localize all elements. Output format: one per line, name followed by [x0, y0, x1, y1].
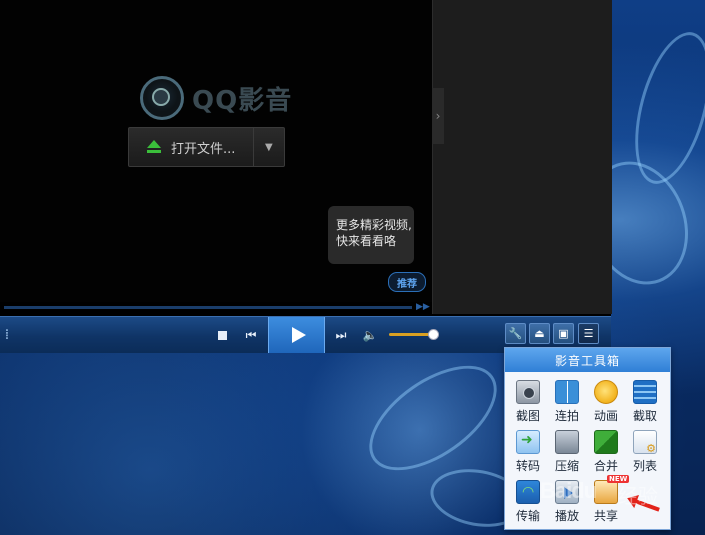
tool-label: 转码 — [515, 459, 540, 473]
play-button[interactable] — [268, 317, 325, 353]
logo-text: QQ影音 — [192, 85, 293, 116]
share-icon: NEW — [594, 475, 630, 504]
tool-compress[interactable]: 压缩 — [548, 430, 586, 480]
bubble-line-2: 快来看看咯 — [336, 234, 397, 248]
tool-label: 动画 — [593, 409, 618, 423]
recommend-bubble[interactable]: 更多精彩视频, 快来看看咯 — [328, 206, 414, 264]
tool-clip[interactable]: 截取 — [626, 380, 664, 430]
volume-slider-handle[interactable] — [428, 329, 439, 340]
playlist-toggle-button[interactable]: ☰ — [578, 323, 599, 344]
tool-label: 合并 — [593, 459, 618, 473]
next-icon: ⏭ — [335, 327, 347, 342]
toolbox-title: 影音工具箱 — [505, 348, 670, 372]
tool-screenshot[interactable]: 截图 — [509, 380, 547, 430]
wrench-icon: 🔧 — [508, 327, 523, 340]
gif-icon — [594, 380, 618, 404]
seek-forward-icon: ▶▶ — [416, 302, 430, 312]
eject-button[interactable]: ⏏ — [529, 323, 550, 344]
compress-icon — [555, 430, 579, 454]
bubble-line-1: 更多精彩视频, — [336, 218, 412, 232]
tool-label: 连拍 — [554, 409, 579, 423]
baidu-watermark-sub: 经验 — [618, 484, 658, 508]
open-file-button[interactable]: 打开文件... — [129, 128, 253, 166]
wifi-transfer-icon — [516, 480, 540, 504]
tool-burst[interactable]: 连拍 — [548, 380, 586, 430]
convert-icon — [516, 430, 540, 454]
tools-button[interactable]: 🔧 — [505, 323, 526, 344]
tool-animation[interactable]: 动画 — [587, 380, 625, 430]
stop-icon — [217, 330, 227, 340]
footprint-icon[interactable]: ⁞ — [0, 325, 14, 345]
film-cut-icon — [633, 380, 657, 404]
chevron-right-icon: › — [435, 109, 441, 123]
previous-button[interactable]: ⏮ — [243, 327, 259, 343]
tool-label: 压缩 — [554, 459, 579, 473]
play-icon — [291, 327, 306, 343]
tool-label: 截图 — [515, 409, 540, 423]
playlist-panel — [432, 0, 612, 314]
list-icon: ☰ — [583, 327, 594, 340]
volume-icon[interactable]: 🔈 — [362, 327, 378, 343]
volume-slider[interactable] — [389, 333, 433, 336]
tool-label: 列表 — [632, 459, 657, 473]
stop-button[interactable] — [214, 327, 230, 343]
tool-convert[interactable]: 转码 — [509, 430, 547, 480]
previous-icon: ⏮ — [245, 327, 257, 342]
tool-list[interactable]: 列表 — [626, 430, 664, 480]
tool-label: 截取 — [632, 409, 657, 423]
skin-button[interactable]: ▣ — [553, 323, 574, 344]
tool-merge[interactable]: 合并 — [587, 430, 625, 480]
burst-grid-icon — [555, 380, 579, 404]
tool-label: 传输 — [515, 509, 540, 523]
recommend-button[interactable]: 推荐 — [388, 272, 426, 292]
eject-icon — [147, 140, 161, 154]
open-file-dropdown-button[interactable]: ▼ — [252, 128, 284, 166]
qq-player-logo: QQ影音 — [140, 76, 292, 120]
open-file-label: 打开文件... — [171, 141, 236, 157]
next-button[interactable]: ⏭ — [333, 327, 349, 343]
merge-icon — [594, 430, 618, 454]
tool-label: 共享 — [593, 509, 618, 523]
collapse-panel-handle[interactable]: › — [432, 88, 444, 144]
video-area[interactable]: QQ影音 打开文件... ▼ 更多精彩视频, 快来看看咯 推荐 — [0, 0, 432, 302]
tool-label: 播放 — [554, 509, 579, 523]
list-settings-icon — [633, 430, 657, 455]
open-file-button-group: 打开文件... ▼ — [128, 127, 285, 167]
eject-small-icon: ⏏ — [534, 327, 545, 340]
baidu-watermark: Baidu — [540, 478, 597, 503]
qq-player-window: QQ影音 打开文件... ▼ 更多精彩视频, 快来看看咯 推荐 ▶▶ › ⁞ ⏮… — [0, 0, 612, 353]
seek-bar[interactable] — [4, 306, 412, 309]
camera-icon — [516, 380, 540, 404]
qq-logo-icon — [140, 76, 184, 120]
window-icon: ▣ — [558, 327, 569, 340]
chevron-down-icon: ▼ — [264, 141, 273, 153]
